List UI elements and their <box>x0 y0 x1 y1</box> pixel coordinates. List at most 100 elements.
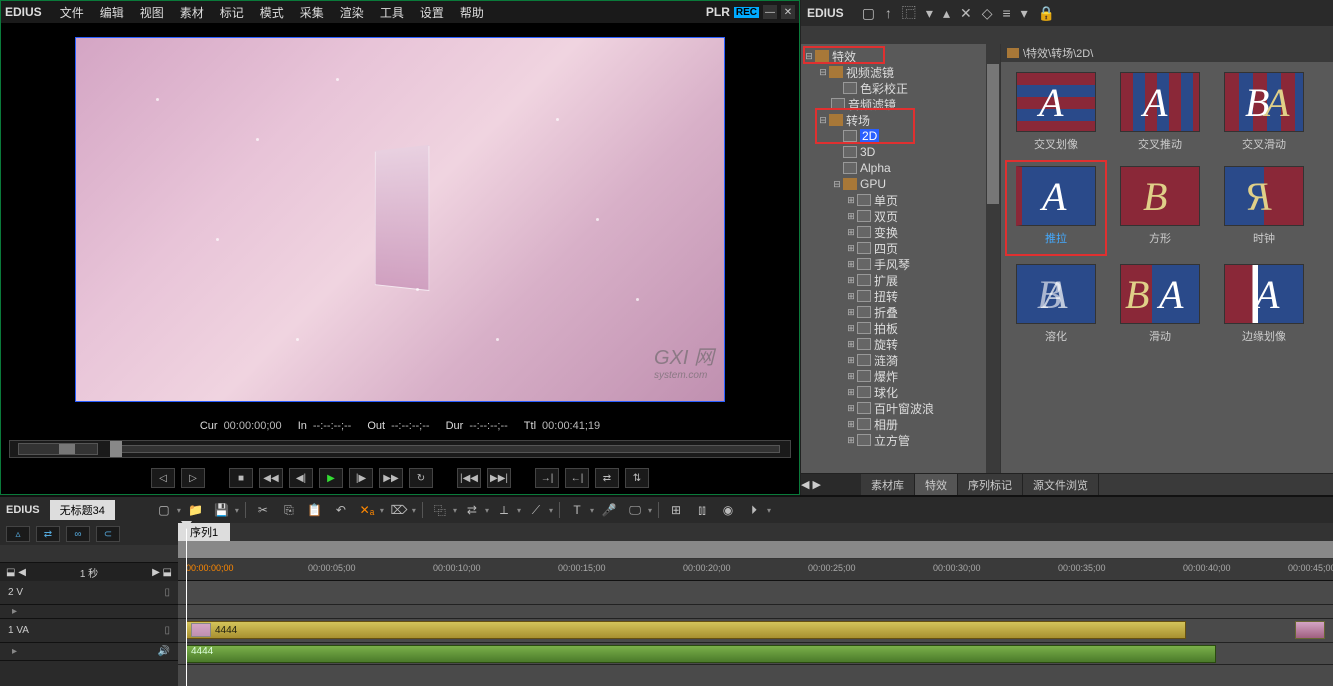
tree-gpu[interactable]: GPU <box>860 177 886 191</box>
menu-help[interactable]: 帮助 <box>452 4 492 21</box>
tree-2d[interactable]: 2D <box>860 129 879 143</box>
track-header-expand[interactable]: ▸ <box>0 605 178 619</box>
track-patch-icon[interactable]: ▯ <box>164 587 170 598</box>
track-1va-audio[interactable]: 4444 <box>178 643 1333 665</box>
track-header-audio[interactable]: ▸ 🔊 <box>0 643 178 661</box>
tree-gpu-item[interactable]: 立方管 <box>874 432 910 449</box>
mixer-button[interactable]: ⫾⫾ <box>691 501 713 519</box>
scrub-bar[interactable] <box>9 440 791 458</box>
overwrite-button[interactable]: ←| <box>565 468 589 488</box>
trim-button[interactable]: ⟂ <box>493 501 515 519</box>
copy-button[interactable]: ⎘ <box>278 501 300 519</box>
group-button[interactable]: ⿻ <box>429 501 451 519</box>
tree-gpu-item[interactable]: 涟漪 <box>874 352 898 369</box>
track-header-1va[interactable]: 1 VA ▯ <box>0 619 178 643</box>
cut-button[interactable]: ✂ <box>252 501 274 519</box>
tc-dur[interactable]: --:--:--;-- <box>469 420 507 432</box>
new-seq-button[interactable]: ▢ <box>153 501 175 519</box>
tree-gpu-item[interactable]: 双页 <box>874 208 898 225</box>
tree-gpu-item[interactable]: 相册 <box>874 416 898 433</box>
timeline-tracks[interactable]: 序列1 00:00:00;00 00:00:05;00 00:00:10;00 … <box>178 523 1333 686</box>
tree-audio-filter[interactable]: 音频滤镜 <box>848 96 896 113</box>
minimize-button[interactable]: — <box>763 5 777 19</box>
effect-thumb[interactable]: A 交叉划像 <box>1011 72 1101 152</box>
tree-gpu-item[interactable]: 四页 <box>874 240 898 257</box>
track-spacer[interactable] <box>178 605 1333 619</box>
tree-3d[interactable]: 3D <box>860 145 875 159</box>
insert-button[interactable]: →| <box>535 468 559 488</box>
tree-gpu-item[interactable]: 百叶窗波浪 <box>874 400 934 417</box>
shuttle-knob[interactable] <box>59 444 75 454</box>
timeline-ruler[interactable]: 00:00:00;00 00:00:05;00 00:00:10;00 00:0… <box>178 559 1333 581</box>
menu-file[interactable]: 文件 <box>52 4 92 21</box>
tc-cur[interactable]: 00:00:00;00 <box>224 420 282 432</box>
down-arrow-icon[interactable]: ▾ <box>926 5 933 22</box>
link-button[interactable]: ⇄ <box>461 501 483 519</box>
replace-button[interactable]: ⇄ <box>595 468 619 488</box>
next-edit-button[interactable]: ▶▶| <box>487 468 511 488</box>
tree-gpu-item[interactable]: 折叠 <box>874 304 898 321</box>
track-patch-icon[interactable]: ▯ <box>164 625 170 636</box>
stop-button[interactable]: ■ <box>229 468 253 488</box>
playhead[interactable] <box>186 523 187 686</box>
lock-icon[interactable]: 🔒 <box>1038 5 1055 22</box>
close-fx-icon[interactable]: ✕ <box>960 5 972 22</box>
tree-gpu-item[interactable]: 爆炸 <box>874 368 898 385</box>
tree-gpu-item[interactable]: 手风琴 <box>874 256 910 273</box>
menu-marker[interactable]: 标记 <box>212 4 252 21</box>
effect-thumb[interactable]: B 方形 <box>1115 166 1205 250</box>
tree-video-filter[interactable]: 视频滤镜 <box>846 64 894 81</box>
effect-thumb[interactable]: BA 溶化 <box>1011 264 1101 344</box>
delete-button[interactable]: ⌦ <box>388 501 410 519</box>
prev-edit-button[interactable]: |◀◀ <box>457 468 481 488</box>
voiceover-button[interactable]: 🎤 <box>598 501 620 519</box>
track-1va-video[interactable]: 4444 <box>178 619 1333 643</box>
dropdown-icon[interactable]: ▾ <box>1021 5 1028 22</box>
export-button[interactable]: ⏵ <box>743 501 765 519</box>
track-header-2v[interactable]: 2 V ▯ <box>0 581 178 605</box>
save-button[interactable]: 💾 <box>211 501 233 519</box>
effect-thumb-selected[interactable]: A 推拉 <box>1011 166 1101 250</box>
layout-button[interactable]: ⊞ <box>665 501 687 519</box>
lift-button[interactable]: ⇅ <box>625 468 649 488</box>
tree-color-correct[interactable]: 色彩校正 <box>860 80 908 97</box>
mute-icon[interactable]: 🔊 <box>158 646 170 657</box>
play-button[interactable]: ▶ <box>319 468 343 488</box>
tree-scrollbar[interactable] <box>986 44 1000 473</box>
tree-collapse-icon[interactable]: ⊟ <box>803 51 815 62</box>
tc-ttl[interactable]: 00:00:41;19 <box>542 420 600 432</box>
rewind-button[interactable]: ◀◀ <box>259 468 283 488</box>
fastfwd-button[interactable]: ▶▶ <box>379 468 403 488</box>
menu-clip[interactable]: 素材 <box>172 4 212 21</box>
mode-d-button[interactable]: ⊂ <box>96 526 120 542</box>
tc-out[interactable]: --:--:--;-- <box>391 420 429 432</box>
track-2v[interactable] <box>178 581 1333 605</box>
tree-icon[interactable]: ⿸ <box>902 3 916 23</box>
tree-gpu-item[interactable]: 单页 <box>874 192 898 209</box>
menu-tools[interactable]: 工具 <box>372 4 412 21</box>
menu-settings[interactable]: 设置 <box>412 4 452 21</box>
effects-tree[interactable]: ⊟特效 ⊟视频滤镜 色彩校正 音频滤镜 ⊟转场 2D 3D Alpha ⊟GPU… <box>801 44 1001 473</box>
set-in-button[interactable]: ◁ <box>151 468 175 488</box>
scale-right[interactable]: ▶ ⬓ <box>152 567 172 578</box>
effect-thumb[interactable]: BA 交叉滑动 <box>1219 72 1309 152</box>
tab-bin[interactable]: 素材库 <box>861 474 915 495</box>
mode-plr[interactable]: PLR <box>706 5 730 19</box>
tab-markers[interactable]: 序列标记 <box>958 474 1023 495</box>
prev-frame-button[interactable]: ◀| <box>289 468 313 488</box>
tc-in[interactable]: --:--:--;-- <box>313 420 351 432</box>
audio-clip[interactable]: 4444 <box>186 645 1216 663</box>
up-icon[interactable]: ↑ <box>885 5 892 21</box>
tree-transition[interactable]: 转场 <box>846 112 870 129</box>
razor-button[interactable]: ⟋ <box>525 501 547 519</box>
preview-frame[interactable]: GXI 网system.com <box>75 37 725 402</box>
list-icon[interactable]: ≡ <box>1003 5 1011 21</box>
close-button[interactable]: ✕ <box>781 5 795 19</box>
menu-view[interactable]: 视图 <box>132 4 172 21</box>
folder-icon[interactable]: ▢ <box>862 5 875 22</box>
effect-thumb[interactable]: A 边缘划像 <box>1219 264 1309 344</box>
loop-button[interactable]: ↻ <box>409 468 433 488</box>
paste-button[interactable]: 📋 <box>304 501 326 519</box>
ripple-button[interactable]: ✕ₐ <box>356 501 378 519</box>
menu-capture[interactable]: 采集 <box>292 4 332 21</box>
